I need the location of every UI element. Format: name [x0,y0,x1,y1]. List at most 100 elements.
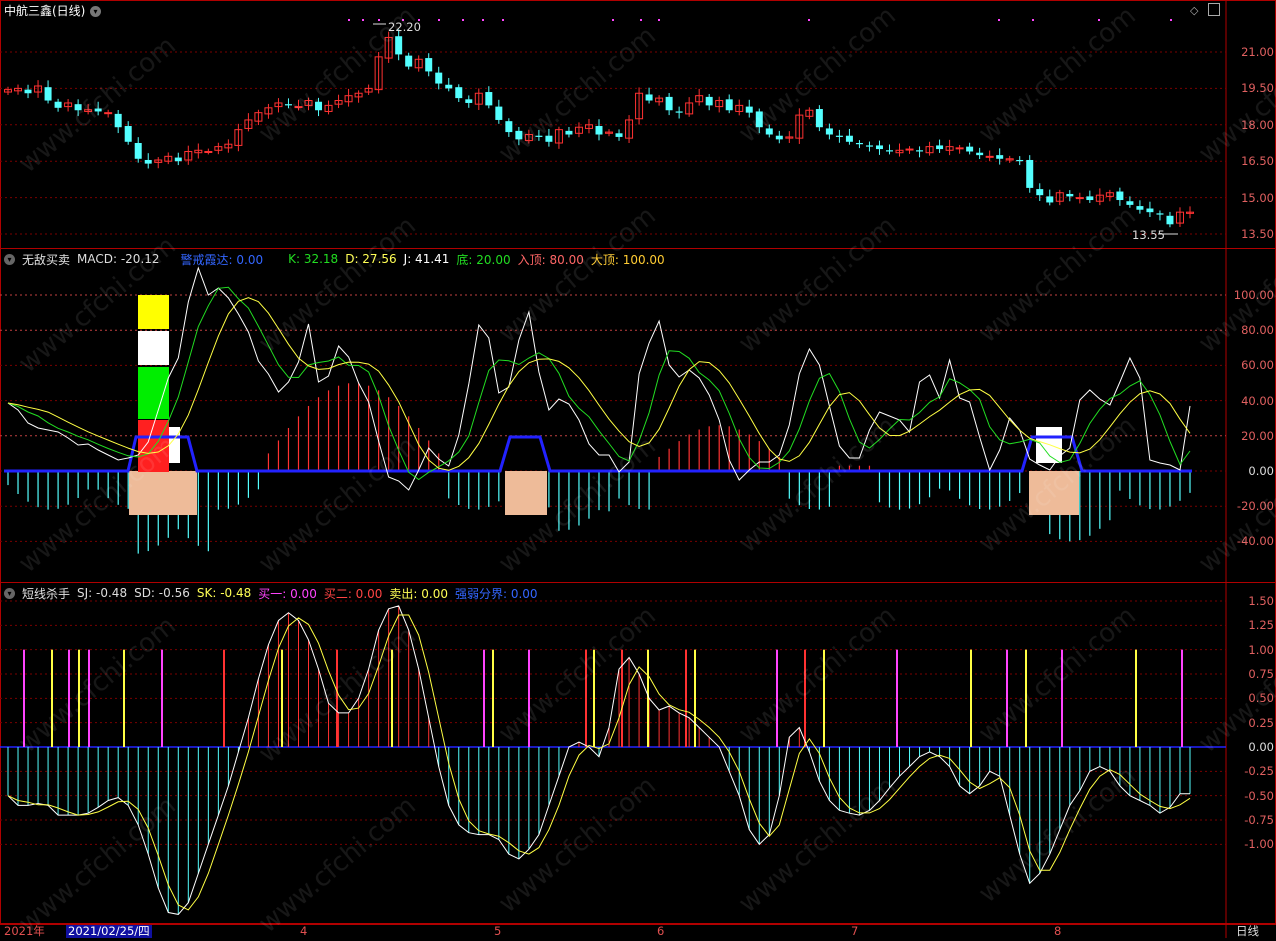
ind2-axis-label: -0.25 [1244,764,1274,779]
ind2-axis-label: 1.00 [1248,642,1274,657]
ind1-bottom-block [505,471,547,515]
ind1-axis-label: 60.00 [1241,358,1274,373]
timebar-month-7: 7 [851,924,859,938]
ind2-sk: SK: -0.48 [196,586,252,600]
timebar-cursor[interactable]: 2021/02/25/四 [66,925,152,938]
timebar-year: 2021年 [4,924,45,938]
candle-down [976,152,984,156]
candle-down [775,135,783,140]
candle-down [745,106,753,113]
chevron-down-icon[interactable]: ▾ [4,587,15,599]
candle-down [1026,159,1034,188]
candle-down [1086,196,1094,201]
candle-up [955,147,964,150]
candle-down [725,99,733,111]
candle-down [74,104,82,111]
candle-down [485,92,493,106]
candle-down [505,121,513,133]
ind1-name: 无敌买卖 [22,252,71,267]
ind2-axis-label: -1.00 [1244,837,1274,852]
ind1-axis-label: 20.00 [1241,428,1274,443]
candle-down [615,133,623,137]
candle-down [24,89,32,94]
chart-canvas[interactable] [0,0,1276,938]
ind2-sj-line [7,605,1190,915]
ind2-axis-label: 0.00 [1248,740,1274,754]
ind1-bottom-block [1029,471,1079,515]
ind1-entry: 入顶: 80.00 [517,252,584,267]
candle-down [1136,206,1144,210]
signal-dot [462,19,464,21]
candle-down [675,111,683,113]
ind2-axis-label: -0.50 [1244,788,1274,803]
candle-down [855,143,863,145]
timebar-period[interactable]: 日线 [1236,925,1259,938]
candle-down [134,143,142,159]
candle-down [1166,215,1174,225]
candle-down [1156,213,1164,215]
candle-down [1046,196,1054,203]
price-axis-label: 15.00 [1241,190,1274,205]
ind2-axis-label: 0.25 [1248,715,1274,730]
candle-down [1016,159,1024,162]
ind2-sj: SJ: -0.48 [77,586,128,600]
candle-down [966,146,974,152]
candle-down [815,109,823,128]
timebar-month-6: 6 [657,924,665,938]
ind1-white-block [138,331,169,365]
ind2-sell: 卖出: 0.00 [389,586,448,601]
ind2-axis-label: 0.50 [1248,691,1274,706]
candle-down [595,126,603,135]
ind1-axis-label: 40.00 [1241,393,1274,408]
ind1-axis-label: 80.00 [1241,323,1274,338]
candle-down [395,36,403,55]
ind2-name: 短线杀手 [22,586,71,601]
candle-down [445,84,453,89]
signal-dot [502,19,504,21]
candle-down [916,150,924,152]
main-menu-icon[interactable]: ▾ [90,3,101,17]
ind1-d: D: 27.56 [345,252,397,266]
candle-down [114,113,122,128]
ind2-sd-line [7,614,1191,911]
candle-down [54,101,62,108]
signal-dot [612,19,614,21]
signal-dot [808,19,810,21]
ind1-warn: 警戒霞达: 0.00 [180,252,264,267]
candle-down [1036,189,1044,196]
window-icon[interactable] [1208,3,1220,19]
ind2-buy1: 买一: 0.00 [258,586,317,601]
signal-dot [640,19,642,21]
candle-down [455,87,463,99]
diamond-icon[interactable]: ◇ [1190,4,1198,18]
candle-down [284,104,292,106]
chevron-down-icon[interactable]: ▾ [4,253,15,265]
candle-down [1146,208,1154,213]
signal-dot [482,19,484,21]
ind2-axis-label: 1.50 [1248,594,1274,608]
candle-down [845,135,853,142]
candle-down [465,99,473,103]
ind1-bottom: 底: 20.00 [456,252,511,267]
candle-down [996,155,1004,159]
ind2-buy2: 买二: 0.00 [323,586,383,601]
candle-up [204,150,213,153]
candle-down [665,96,673,111]
main-title: 中航三鑫(日线) [4,4,86,18]
candle-down [405,55,413,67]
signal-dot [348,19,350,21]
price-axis-label: 16.50 [1241,154,1274,169]
ind2-header: ▾ 短线杀手 SJ: -0.48 SD: -0.56 SK: -0.48 买一:… [4,585,538,601]
ind2-axis-label: -0.75 [1244,813,1274,827]
ind1-k: K: 32.18 [288,252,339,266]
ind1-axis-label: 100.00 [1233,288,1274,302]
ind2-sd: SD: -0.56 [134,586,190,600]
ind1-green-block [138,367,169,419]
candle-down [44,87,52,101]
candle-down [174,157,182,162]
candle-down [1066,193,1074,197]
candle-up [294,106,303,109]
candle-down [755,111,763,128]
candle-down [545,135,553,142]
chart-stage[interactable] [0,0,1276,938]
